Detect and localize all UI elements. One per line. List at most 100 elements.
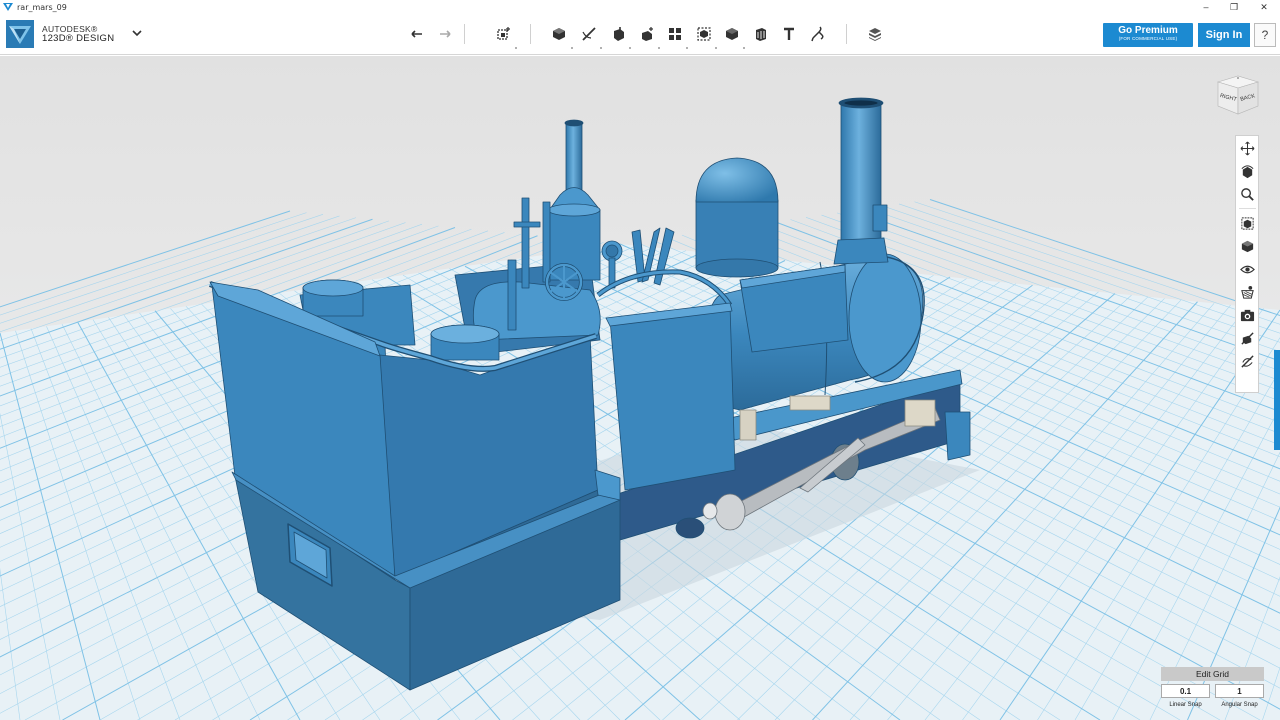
camera-icon xyxy=(1240,309,1255,322)
visibility-button[interactable] xyxy=(1238,260,1257,279)
toolbar-divider xyxy=(846,24,847,44)
primitives-icon xyxy=(553,28,565,40)
zoom-button[interactable] xyxy=(1238,185,1257,204)
model-smokebox-front xyxy=(848,253,922,383)
model-chimney-fitting xyxy=(872,204,888,232)
maximize-button[interactable]: ❐ xyxy=(1218,0,1250,14)
grouping-button[interactable] xyxy=(693,23,715,45)
zoom-icon xyxy=(1241,188,1254,201)
scene-canvas[interactable] xyxy=(0,56,1280,720)
model-pipe xyxy=(542,201,551,283)
fit-button[interactable] xyxy=(1238,214,1257,233)
sketch-button[interactable] xyxy=(578,23,600,45)
model-chimney-base xyxy=(833,237,889,265)
model-pipe-cross xyxy=(513,221,541,228)
autodesk-logo-icon xyxy=(6,20,34,48)
angular-snap-input[interactable]: 1 xyxy=(1215,684,1264,698)
model-vertical-stack-top xyxy=(564,119,584,127)
measure-icon xyxy=(756,28,766,41)
dropdown-dot xyxy=(686,47,688,49)
model-axle-end xyxy=(702,502,718,520)
combine-button[interactable] xyxy=(721,23,743,45)
views-button[interactable] xyxy=(1238,237,1257,256)
orbit-icon xyxy=(1241,165,1254,179)
brand-product: 123D® DESIGN xyxy=(42,33,115,44)
transform-button[interactable] xyxy=(492,23,514,45)
dropdown-dot xyxy=(715,47,717,49)
construct-button[interactable] xyxy=(607,23,629,45)
undo-icon xyxy=(411,30,422,38)
linear-snap-input[interactable]: 0.1 xyxy=(1161,684,1210,698)
model-dome-rim xyxy=(695,258,779,278)
material-button[interactable] xyxy=(864,23,886,45)
model-valve-gear xyxy=(789,395,831,411)
snap-icon xyxy=(811,26,824,42)
text-icon xyxy=(784,27,794,40)
pattern-button[interactable] xyxy=(664,23,686,45)
dropdown-dot xyxy=(743,47,745,49)
model-crosshead xyxy=(904,399,936,427)
go-premium-sublabel: (FOR COMMERCIAL USE) xyxy=(1118,36,1178,41)
app-menu[interactable]: AUTODESK® 123D® DESIGN xyxy=(6,20,114,48)
materials-icon xyxy=(1241,285,1254,299)
linear-snap-label: Linear Snap xyxy=(1169,702,1202,708)
model-buffer-beam xyxy=(944,411,971,461)
go-premium-button[interactable]: Go Premium (FOR COMMERCIAL USE) xyxy=(1103,23,1193,47)
eye-icon xyxy=(1240,265,1255,274)
transform-icon xyxy=(497,27,510,40)
toolbar-divider xyxy=(530,24,531,44)
model-cab-side xyxy=(609,304,736,491)
close-button[interactable]: ✕ xyxy=(1248,0,1280,14)
model-chimney-opening xyxy=(843,99,879,107)
dropdown-dot xyxy=(658,47,660,49)
grouping-icon xyxy=(697,27,711,41)
sign-in-button[interactable]: Sign In xyxy=(1198,23,1250,47)
window-title: rar_mars_09 xyxy=(17,2,67,12)
model-crank-pin xyxy=(714,493,746,531)
measure-button[interactable] xyxy=(750,23,772,45)
sketch-icon xyxy=(582,27,596,41)
dropdown-dot xyxy=(515,47,517,49)
hide-button[interactable] xyxy=(1238,352,1257,371)
edit-grid-button[interactable]: Edit Grid xyxy=(1161,667,1264,681)
sketch-visibility-icon xyxy=(1241,332,1254,345)
views-icon xyxy=(1241,240,1254,253)
pan-icon xyxy=(1240,141,1255,156)
modify-icon xyxy=(642,27,653,41)
go-premium-label: Go Premium xyxy=(1118,25,1178,36)
construct-icon xyxy=(614,27,624,41)
model-chimney xyxy=(840,103,882,255)
angular-snap-label: Angular Snap xyxy=(1221,702,1258,708)
model-wheel xyxy=(675,517,705,539)
primitives-button[interactable] xyxy=(548,23,570,45)
sketch-visibility-button[interactable] xyxy=(1238,329,1257,348)
redo-icon xyxy=(440,30,451,38)
pattern-icon xyxy=(669,28,681,40)
pan-button[interactable] xyxy=(1238,139,1257,158)
fit-icon xyxy=(1241,217,1254,230)
side-panel-handle[interactable] xyxy=(1274,350,1280,450)
model-bucket-lid xyxy=(302,279,364,297)
snap-button[interactable] xyxy=(806,23,828,45)
navigation-bar xyxy=(1235,135,1259,393)
orbit-button[interactable] xyxy=(1238,162,1257,181)
screenshot-button[interactable] xyxy=(1238,306,1257,325)
undo-button[interactable] xyxy=(406,23,428,45)
model-pipe xyxy=(507,259,517,331)
modify-button[interactable] xyxy=(636,23,658,45)
chevron-down-icon[interactable] xyxy=(130,26,144,40)
redo-button[interactable] xyxy=(434,23,456,45)
hide-icon xyxy=(1241,355,1254,368)
dropdown-dot xyxy=(629,47,631,49)
view-cube[interactable]: RIGHT BACK xyxy=(1210,72,1268,122)
help-button[interactable]: ? xyxy=(1254,23,1276,47)
material-icon xyxy=(869,28,881,41)
text-button[interactable] xyxy=(778,23,800,45)
3d-viewport[interactable] xyxy=(0,56,1280,720)
model-gauge-face xyxy=(605,244,619,258)
navbar-divider xyxy=(1239,208,1256,209)
materials-button[interactable] xyxy=(1238,283,1257,302)
app-logo-icon xyxy=(3,3,13,11)
main-toolbar: AUTODESK® 123D® DESIGN xyxy=(0,14,1280,55)
model-slide-bar xyxy=(739,409,757,441)
